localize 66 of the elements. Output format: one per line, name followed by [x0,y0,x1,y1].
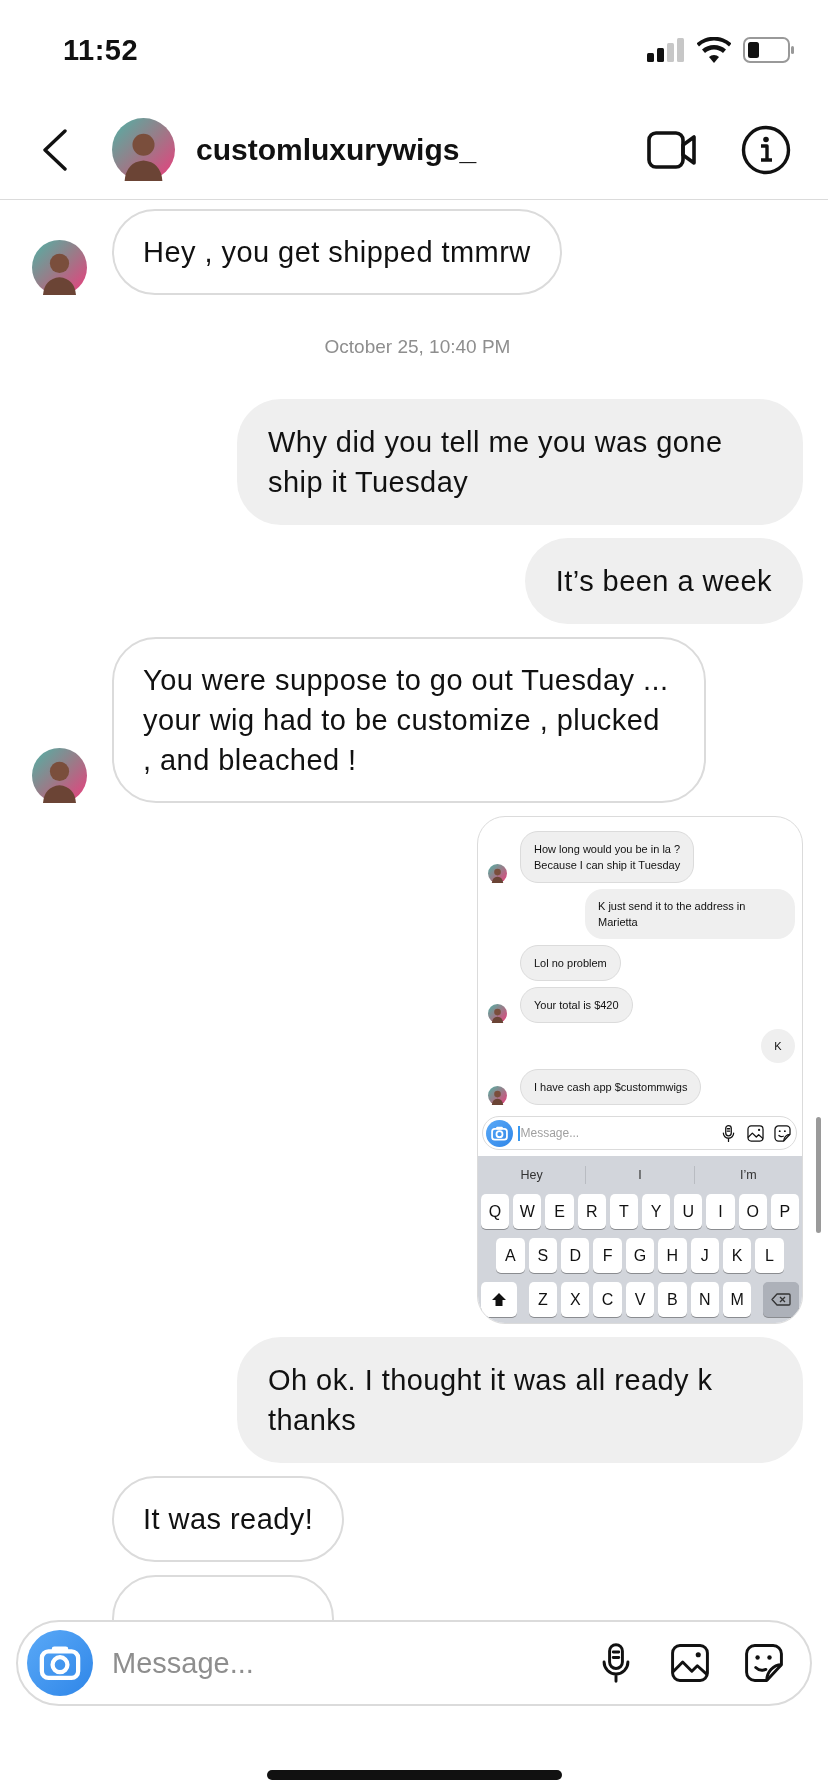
key[interactable]: T [609,1194,638,1229]
shift-icon [492,1293,506,1306]
video-call-icon[interactable] [647,128,697,171]
key[interactable]: C [593,1282,622,1317]
key[interactable]: K [722,1238,752,1273]
shift-key[interactable] [481,1282,517,1317]
key[interactable]: I [706,1194,735,1229]
key[interactable]: F [593,1238,622,1273]
key[interactable]: B [658,1282,687,1317]
message-bubble: K [761,1029,795,1063]
key[interactable]: Y [642,1194,671,1229]
image-icon[interactable] [746,1123,765,1143]
key[interactable]: H [658,1238,687,1273]
backspace-key[interactable] [763,1282,799,1317]
key[interactable]: Q [481,1194,510,1229]
key[interactable]: W [513,1194,542,1229]
camera-icon[interactable] [486,1119,513,1147]
key[interactable]: S [528,1238,557,1273]
key[interactable]: D [561,1238,590,1273]
message-bubble: How long would you be in la ? Because I can ship it Tuesday [520,831,695,883]
key[interactable]: P [770,1194,799,1229]
backspace-icon [771,1293,791,1306]
key[interactable]: X [561,1282,590,1317]
message-bubble: Hey , you get shipped tmmrw [112,209,562,295]
message-bubble: It’s been a week [524,538,803,624]
key[interactable]: L [755,1238,784,1273]
message-field[interactable]: Message... [519,1126,719,1140]
message-bubble: K just send it to the address in Marietta [585,889,795,939]
signal-icon [647,38,685,62]
message-bubble: Lol no problem [520,945,621,981]
key[interactable]: G [625,1238,655,1273]
message-composer[interactable]: Message... [16,1620,812,1706]
timestamp: October 25, 10:40 PM [323,335,512,359]
key[interactable]: O [738,1194,767,1229]
message-bubble: You were suppose to go out Tuesday ... your wig had to be customize , plucked , and bleached ! [112,637,706,803]
message-bubble: Your total is $420 [520,987,633,1023]
suggestion[interactable]: I [586,1168,694,1182]
sticker-icon[interactable] [742,1641,786,1685]
screenshot-attachment[interactable] [477,816,803,1324]
key[interactable]: J [690,1238,719,1273]
key[interactable]: U [674,1194,703,1229]
key[interactable]: M [722,1282,752,1317]
message-field[interactable]: Message... [110,1645,594,1681]
username[interactable]: customluxurywigs_ [196,132,647,167]
key[interactable]: A [496,1238,525,1273]
avatar[interactable] [112,118,175,181]
key[interactable]: N [690,1282,719,1317]
suggestion[interactable]: I’m [694,1168,802,1182]
wifi-icon [697,37,731,63]
suggestion[interactable]: Hey [478,1168,586,1182]
message-bubble: Why did you tell me you was gone ship it Tuesday [237,399,803,525]
back-icon[interactable] [42,128,68,171]
message-bubble: Oh ok. I thought it was all ready k thanks [237,1337,803,1463]
sticker-icon[interactable] [773,1123,792,1143]
camera-icon[interactable] [27,1630,93,1696]
message-bubble: I have cash app $custommwigs [520,1069,702,1105]
info-icon[interactable] [741,124,791,175]
key[interactable]: V [625,1282,655,1317]
text-cursor [518,1125,520,1141]
battery-icon [743,37,795,63]
key[interactable]: E [545,1194,574,1229]
status-time: 11:52 [63,33,139,67]
key[interactable]: R [577,1194,606,1229]
image-icon[interactable] [668,1641,712,1685]
message-bubble: It was ready! [112,1476,345,1562]
key[interactable]: Z [528,1282,557,1317]
